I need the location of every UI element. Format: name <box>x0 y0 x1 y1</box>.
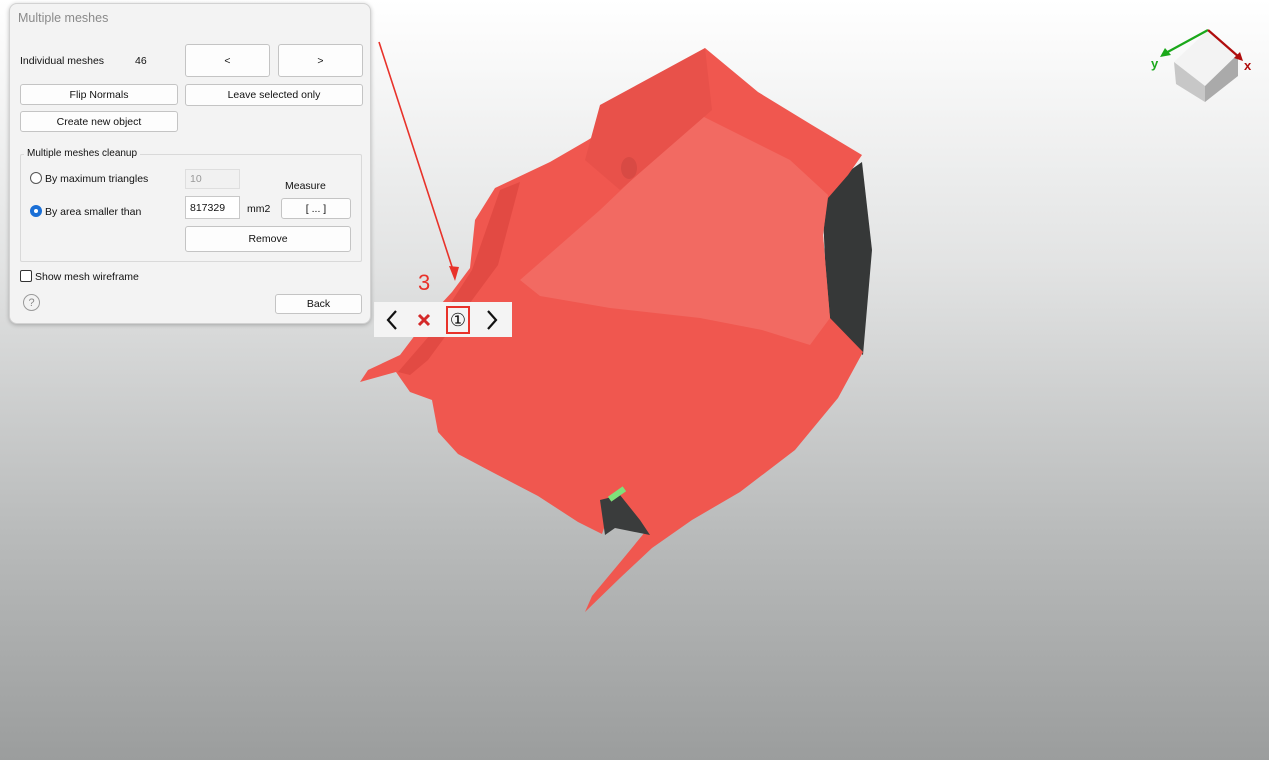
next-mesh-button[interactable]: > <box>278 44 363 77</box>
cleanup-group-title: Multiple meshes cleanup <box>24 148 141 159</box>
measure-label: Measure <box>285 180 326 192</box>
panel-title: Multiple meshes <box>18 11 109 25</box>
mesh-navigation-toolbar: ① <box>374 302 512 337</box>
show-wireframe-checkbox[interactable] <box>20 270 32 282</box>
leave-selected-only-button[interactable]: Leave selected only <box>185 84 363 106</box>
area-smaller-radio[interactable] <box>30 205 42 217</box>
x-axis-label: x <box>1244 58 1252 73</box>
max-triangles-label: By maximum triangles <box>45 173 149 185</box>
y-axis-label: y <box>1151 56 1159 71</box>
chevron-right-icon <box>487 309 498 330</box>
delete-mesh-button[interactable] <box>410 302 438 337</box>
circled-one-icon: ① <box>449 309 467 330</box>
flip-normals-button[interactable]: Flip Normals <box>20 84 178 105</box>
multiple-meshes-panel: Multiple meshes Individual meshes 46 < >… <box>9 3 371 324</box>
show-wireframe-label: Show mesh wireframe <box>35 271 139 283</box>
mesh-hole <box>621 157 637 179</box>
annotation-step-number: 3 <box>418 270 430 295</box>
help-icon-glyph: ? <box>28 296 35 309</box>
previous-mesh-button[interactable]: < <box>185 44 270 77</box>
individual-meshes-label: Individual meshes <box>20 55 105 67</box>
mesh-index-button[interactable]: ① <box>444 302 472 337</box>
create-new-object-button[interactable]: Create new object <box>20 111 178 132</box>
area-input[interactable] <box>185 196 240 219</box>
close-icon <box>417 313 431 326</box>
annotation-arrowhead <box>449 266 459 281</box>
individual-meshes-count: 46 <box>135 55 147 67</box>
view-cube[interactable] <box>1160 29 1243 102</box>
annotation-highlight-box: ① <box>446 305 470 334</box>
area-smaller-label: By area smaller than <box>45 206 142 218</box>
remove-button[interactable]: Remove <box>185 226 351 252</box>
annotation-arrow <box>378 41 456 277</box>
next-mesh-button[interactable] <box>478 302 506 337</box>
measure-button[interactable]: [ ... ] <box>281 198 351 219</box>
max-triangles-radio[interactable] <box>30 172 42 184</box>
max-triangles-input[interactable] <box>185 169 240 189</box>
back-button[interactable]: Back <box>275 294 362 314</box>
help-icon[interactable]: ? <box>23 294 40 311</box>
chevron-left-icon <box>386 309 397 330</box>
previous-mesh-button[interactable] <box>378 302 406 337</box>
area-unit-label: mm2 <box>247 203 271 215</box>
